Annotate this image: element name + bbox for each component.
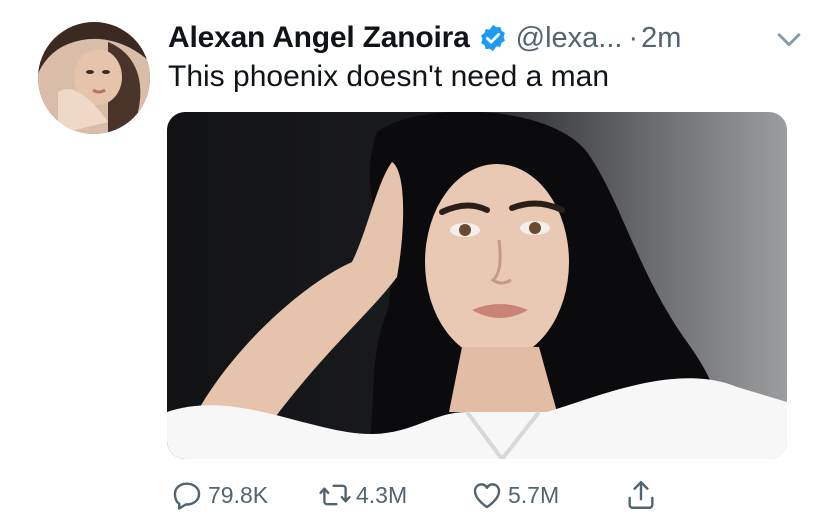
verified-badge-icon xyxy=(478,23,508,53)
author-handle[interactable]: @lexa... xyxy=(516,22,623,55)
chevron-down-icon[interactable] xyxy=(772,22,806,56)
avatar[interactable] xyxy=(38,22,150,134)
share-icon xyxy=(624,478,658,512)
like-count: 5.7M xyxy=(508,481,560,508)
retweet-icon xyxy=(318,478,352,512)
tweet-actions: 79.8K 4.3M 5.7M xyxy=(170,478,662,512)
tweet[interactable]: Alexan Angel Zanoira @lexa... · 2m This … xyxy=(0,0,828,527)
tweet-text: This phoenix doesn't need a man xyxy=(168,60,610,93)
reply-count: 79.8K xyxy=(208,481,269,508)
share-button[interactable] xyxy=(624,478,662,512)
separator-dot: · xyxy=(628,21,639,54)
heart-icon xyxy=(470,478,504,512)
timestamp[interactable]: 2m xyxy=(641,22,681,55)
retweet-button[interactable]: 4.3M xyxy=(318,478,470,512)
retweet-count: 4.3M xyxy=(356,481,408,508)
tweet-media-image[interactable] xyxy=(167,112,787,459)
reply-icon xyxy=(170,478,204,512)
reply-button[interactable]: 79.8K xyxy=(170,478,318,512)
author-name[interactable]: Alexan Angel Zanoira xyxy=(168,21,470,55)
like-button[interactable]: 5.7M xyxy=(470,478,624,512)
tweet-header: Alexan Angel Zanoira @lexa... · 2m xyxy=(168,18,768,58)
